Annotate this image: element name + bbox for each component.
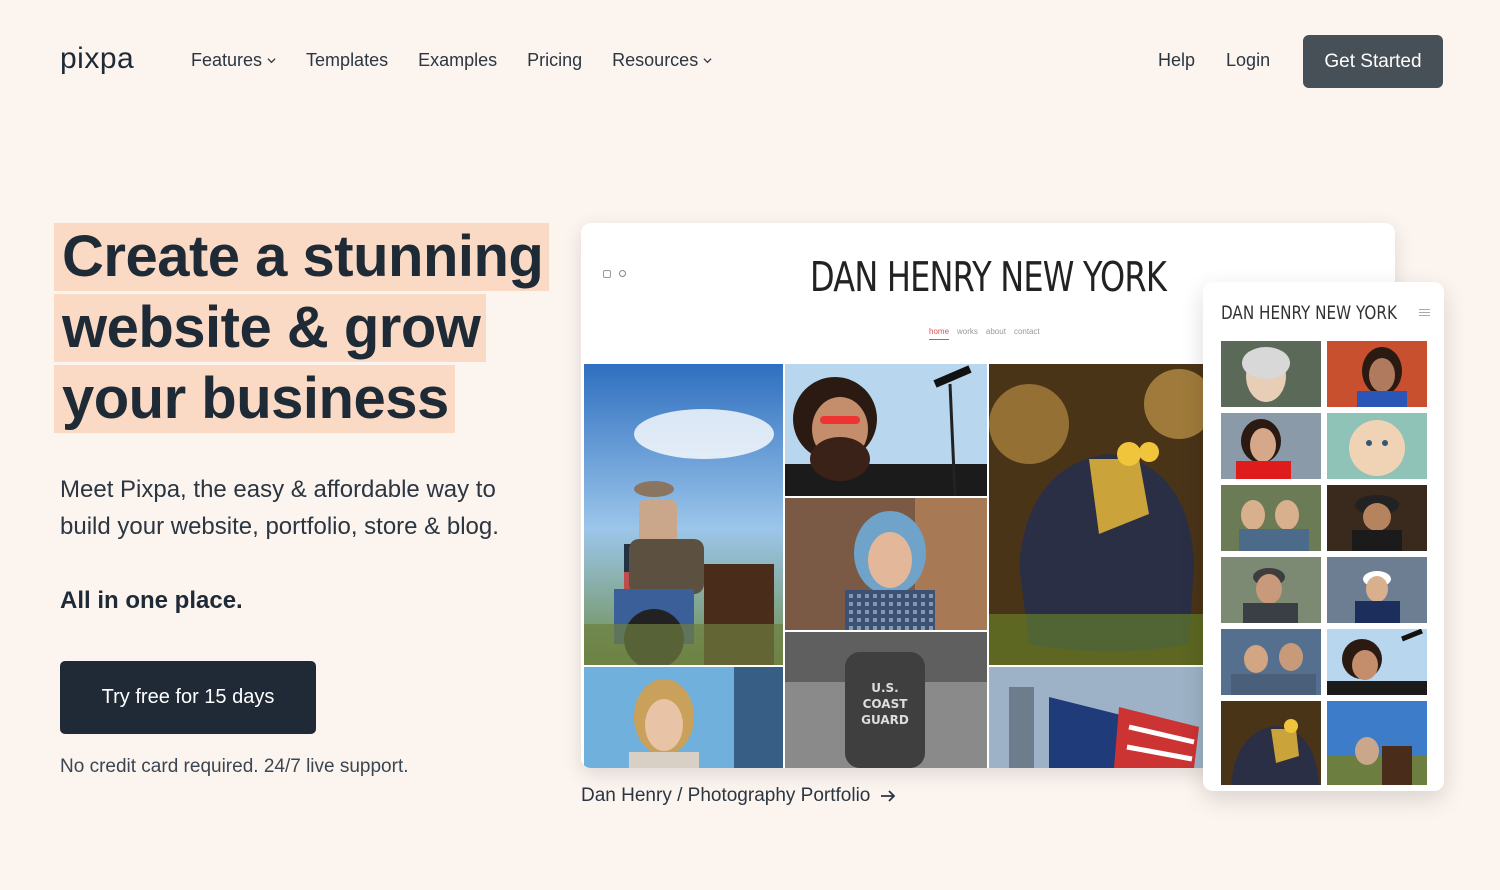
social-icons: [603, 270, 626, 278]
nav-pricing[interactable]: Pricing: [527, 50, 582, 71]
hero-subtitle: Meet Pixpa, the easy & affordable way to…: [60, 476, 499, 540]
site-menu-about: about: [985, 327, 1006, 336]
mobile-photo-8: [1327, 557, 1427, 623]
photo-woman-reading: [584, 667, 783, 768]
login-link[interactable]: Login: [1226, 50, 1270, 71]
site-menu-works: works: [957, 327, 978, 336]
headline-line-3: your business: [54, 365, 455, 433]
help-link[interactable]: Help: [1158, 50, 1195, 71]
mobile-photo-11: [1221, 701, 1321, 785]
arrow-right-icon: [881, 790, 896, 802]
nav-resources-label: Resources: [612, 50, 699, 70]
chevron-down-icon: [703, 58, 712, 64]
nav-features-label: Features: [191, 50, 263, 70]
get-started-button[interactable]: Get Started: [1303, 35, 1443, 88]
mobile-photo-1: [1221, 341, 1321, 407]
photo-flags: [989, 667, 1204, 768]
photo-cake: [989, 364, 1204, 665]
headline-text-2: website & grow: [62, 295, 481, 360]
nav-features[interactable]: Features: [191, 50, 276, 71]
mobile-photo-12: [1327, 701, 1427, 785]
mobile-photo-2: [1327, 341, 1427, 407]
share-icon: [619, 270, 626, 277]
mobile-preview[interactable]: DAN HENRY NEW YORK: [1203, 282, 1444, 791]
photo-bearded-man: [785, 364, 987, 496]
headline-text-1: Create a stunning: [62, 224, 544, 289]
headline-line-2: website & grow: [54, 294, 487, 362]
svg-text:COAST: COAST: [863, 697, 909, 711]
svg-text:U.S.: U.S.: [871, 681, 899, 695]
nav-pricing-label: Pricing: [527, 50, 583, 70]
svg-text:GUARD: GUARD: [861, 713, 909, 727]
hero-subtitle-strong: All in one place.: [60, 587, 243, 614]
mobile-site-title: DAN HENRY NEW YORK: [1221, 302, 1397, 324]
hamburger-menu-icon: [1419, 309, 1430, 318]
photo-grid: U.S. COAST GUARD: [584, 364, 1204, 768]
try-free-button[interactable]: Try free for 15 days: [60, 661, 316, 734]
mobile-photo-3: [1221, 413, 1321, 479]
hero-note: No credit card required. 24/7 live suppo…: [60, 756, 409, 777]
main-nav: Features Templates Examples Pricing Reso…: [191, 50, 742, 71]
photo-coast-guard: U.S. COAST GUARD: [785, 632, 987, 768]
nav-templates[interactable]: Templates: [306, 50, 388, 71]
photo-blue-hair-woman: [785, 498, 987, 630]
headline-line-1: Create a stunning: [54, 223, 550, 291]
site-menu-contact: contact: [1013, 327, 1040, 336]
portfolio-caption-link[interactable]: Dan Henry / Photography Portfolio: [581, 785, 896, 807]
site-menu: home works about contact: [929, 327, 1040, 340]
headline-text-3: your business: [62, 366, 449, 431]
site-menu-home: home: [929, 327, 950, 340]
nav-examples[interactable]: Examples: [418, 50, 497, 71]
mobile-photo-6: [1327, 485, 1427, 551]
photo-biker: [584, 364, 783, 665]
portfolio-caption-text: Dan Henry / Photography Portfolio: [581, 785, 871, 806]
pixpa-logo[interactable]: pixpa: [60, 42, 134, 76]
nav-examples-label: Examples: [418, 50, 498, 70]
mobile-photo-7: [1221, 557, 1321, 623]
mobile-photo-10: [1327, 629, 1427, 695]
mobile-photo-9: [1221, 629, 1321, 695]
nav-resources[interactable]: Resources: [612, 50, 712, 71]
nav-templates-label: Templates: [306, 50, 389, 70]
chevron-down-icon: [267, 58, 276, 64]
instagram-icon: [603, 270, 611, 278]
mobile-photo-5: [1221, 485, 1321, 551]
mobile-photo-4: [1327, 413, 1427, 479]
account-nav: Help Login: [1158, 50, 1301, 71]
